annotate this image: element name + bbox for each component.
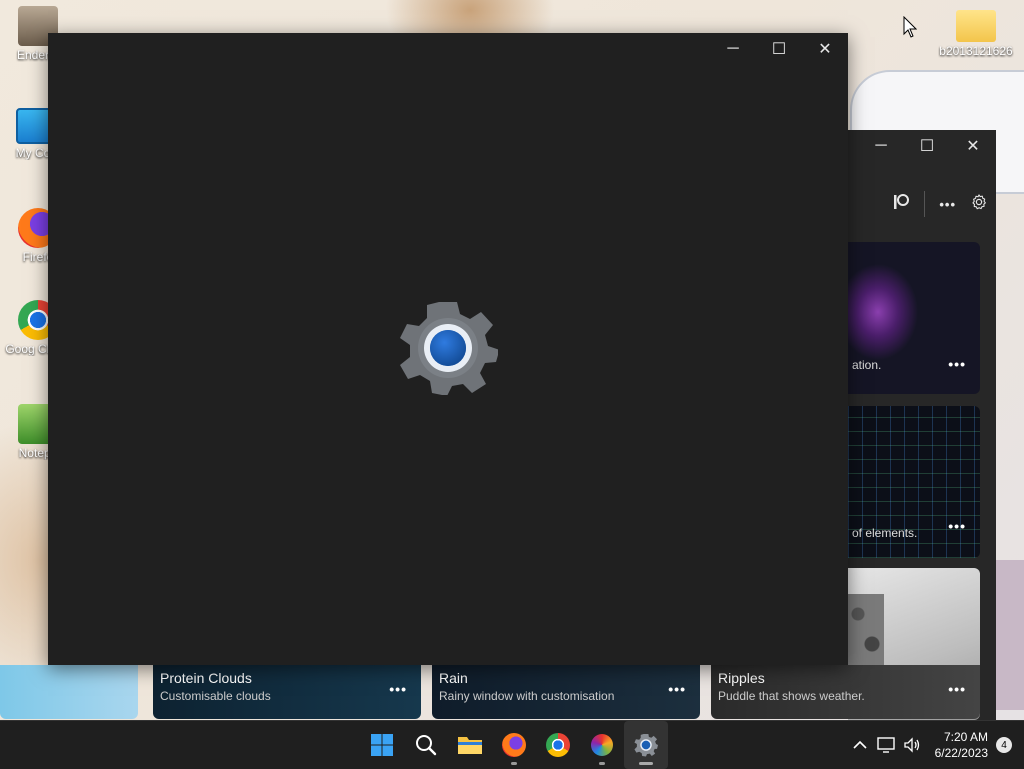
- wallpaper-card-windows[interactable]: [0, 665, 138, 719]
- close-button[interactable]: ✕: [802, 33, 848, 65]
- card-more-button[interactable]: •••: [948, 356, 966, 372]
- wallpaper-card-periodic-table[interactable]: of elements. •••: [848, 406, 980, 558]
- wallpaper-card-nebula[interactable]: ation. •••: [848, 242, 980, 394]
- file-explorer-icon: [458, 737, 482, 754]
- color-app-button[interactable]: [580, 721, 624, 769]
- card-more-button[interactable]: •••: [948, 518, 966, 534]
- network-icon: [876, 737, 895, 753]
- maximize-button[interactable]: ☐: [756, 33, 802, 65]
- speaker-icon: [903, 737, 919, 753]
- mouse-cursor-icon: [903, 16, 917, 38]
- wallpaper-card-rain[interactable]: Rain Rainy window with customisation •••: [432, 665, 700, 719]
- folder-icon: [956, 10, 996, 42]
- card-title: Rain: [439, 670, 468, 686]
- settings-window[interactable]: ─ ☐ ✕: [48, 33, 848, 665]
- volume-button[interactable]: [899, 737, 925, 753]
- settings-icon: [634, 733, 658, 757]
- running-indicator: [511, 762, 517, 765]
- firefox-button[interactable]: [492, 721, 536, 769]
- chevron-up-icon: [853, 740, 867, 749]
- toolbar-divider: [924, 191, 926, 217]
- search-button[interactable]: [404, 721, 448, 769]
- settings-gear-icon: [398, 301, 500, 396]
- card-more-button[interactable]: •••: [389, 681, 407, 697]
- wallpaper-app-window[interactable]: ─ ☐ ✕ ••• ation. ••• of elements. •••: [848, 130, 996, 720]
- patreon-icon[interactable]: [892, 193, 910, 216]
- desktop-icon-folder[interactable]: b2013121626: [938, 10, 1014, 58]
- wallpaper-card-ripples-bottom[interactable]: Ripples Puddle that shows weather. •••: [711, 665, 980, 719]
- start-button[interactable]: [360, 721, 404, 769]
- color-wheel-icon: [591, 734, 613, 756]
- file-explorer-button[interactable]: [448, 721, 492, 769]
- gear-icon[interactable]: [970, 193, 988, 216]
- clock[interactable]: 7:20 AM 6/22/2023: [935, 729, 988, 761]
- card-title: Protein Clouds: [160, 670, 252, 686]
- card-description: of elements.: [852, 526, 918, 540]
- wallpaper-card-row: Protein Clouds Customisable clouds ••• R…: [0, 665, 1024, 720]
- desktop-icon-label: b2013121626: [939, 44, 1013, 58]
- notification-badge[interactable]: 4: [996, 737, 1012, 753]
- card-title: Ripples: [718, 670, 765, 686]
- taskbar: 7:20 AM 6/22/2023 4: [0, 720, 1024, 769]
- wallpaper-toolbar: •••: [848, 186, 996, 222]
- clock-time: 7:20 AM: [943, 730, 988, 744]
- system-tray: 7:20 AM 6/22/2023 4: [847, 721, 1024, 769]
- running-indicator: [599, 762, 605, 765]
- start-icon: [371, 734, 393, 756]
- card-subtitle: Puddle that shows weather.: [718, 689, 865, 703]
- minimize-button[interactable]: ─: [858, 130, 904, 162]
- minimize-button[interactable]: ─: [710, 33, 756, 65]
- card-more-button[interactable]: •••: [948, 681, 966, 697]
- chrome-button[interactable]: [536, 721, 580, 769]
- maximize-button[interactable]: ☐: [904, 130, 950, 162]
- clock-date: 6/22/2023: [934, 746, 988, 760]
- more-options-button[interactable]: •••: [939, 197, 956, 212]
- active-indicator: [639, 762, 653, 765]
- search-icon: [416, 735, 437, 756]
- card-subtitle: Customisable clouds: [160, 689, 271, 703]
- card-more-button[interactable]: •••: [668, 681, 686, 697]
- card-description: ation.: [852, 358, 882, 372]
- card-subtitle: Rainy window with customisation: [439, 689, 615, 703]
- settings-taskbar-button[interactable]: [624, 721, 668, 769]
- close-button[interactable]: ✕: [950, 130, 996, 162]
- taskbar-apps: [360, 721, 668, 769]
- network-button[interactable]: [873, 737, 899, 753]
- wallpaper-card-protein-clouds[interactable]: Protein Clouds Customisable clouds •••: [153, 665, 421, 719]
- show-hidden-icons-button[interactable]: [847, 740, 873, 750]
- chrome-icon: [546, 733, 570, 757]
- firefox-icon: [502, 733, 526, 757]
